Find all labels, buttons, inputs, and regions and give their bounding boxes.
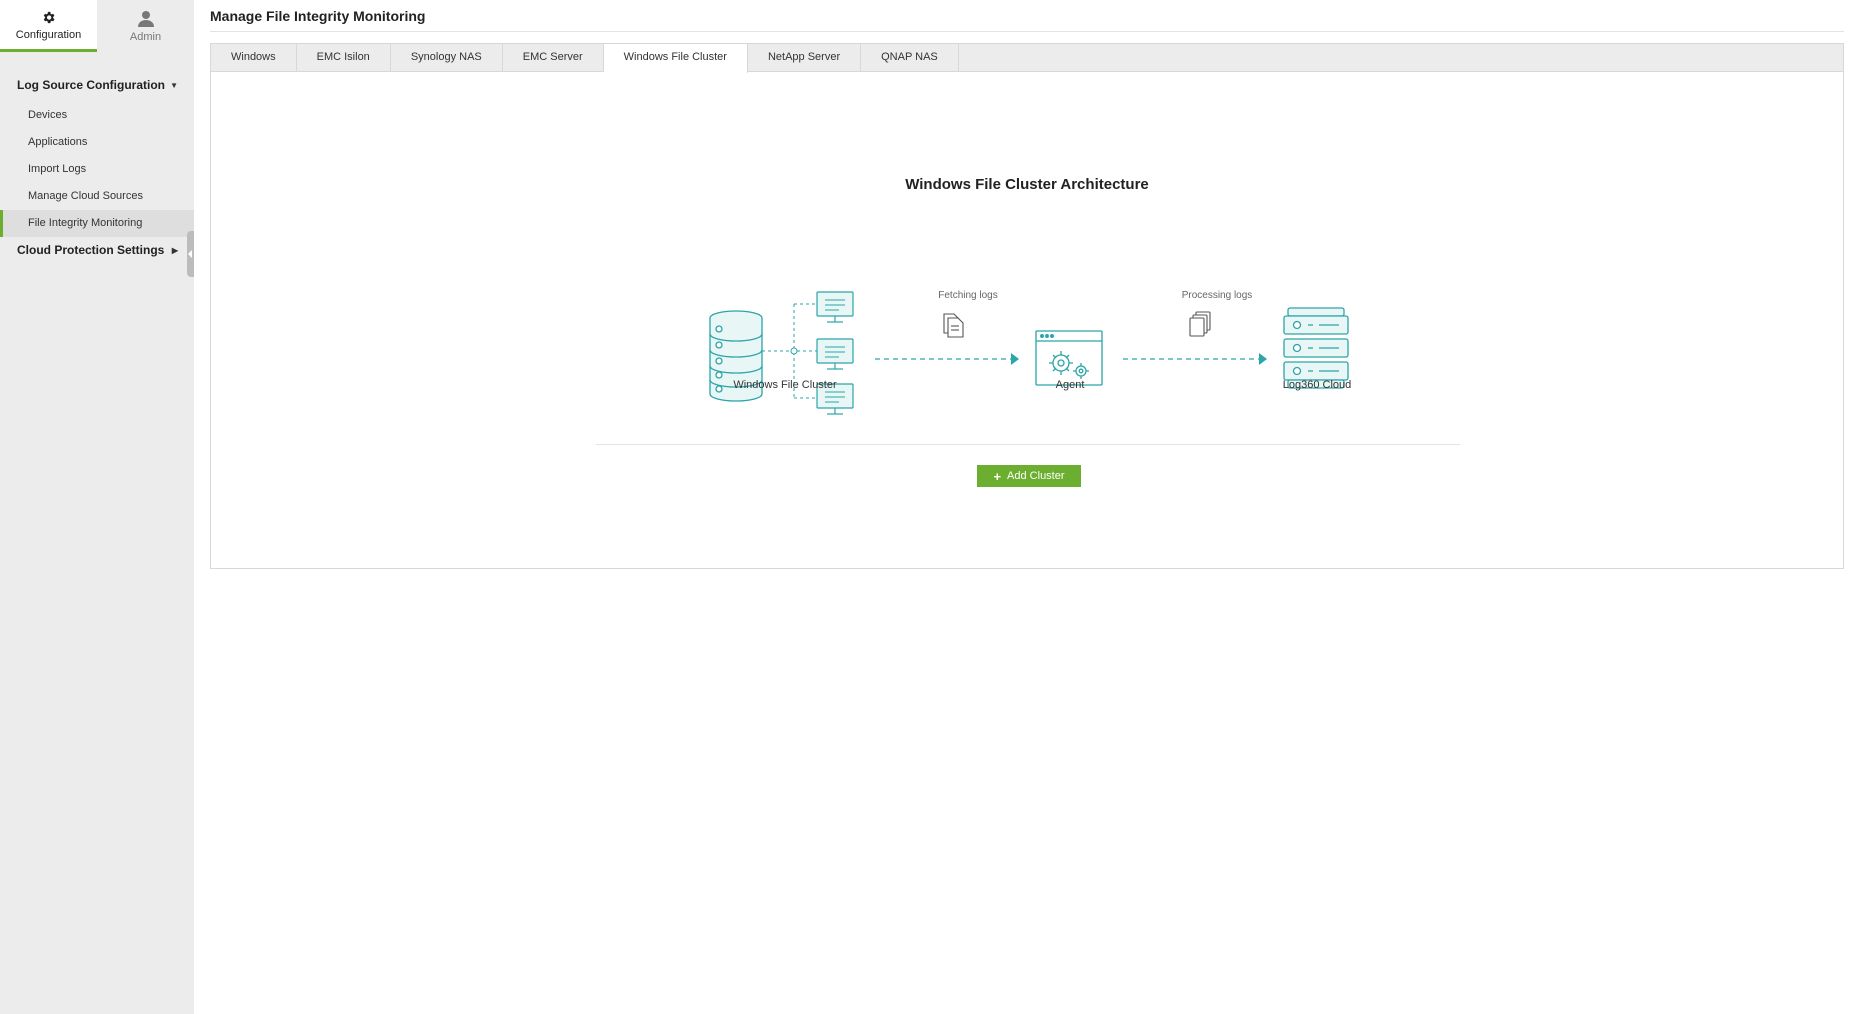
process-label: Processing logs xyxy=(1181,290,1253,301)
architecture-diagram xyxy=(709,291,1349,415)
nav-group-label: Cloud Protection Settings xyxy=(17,243,165,257)
sidebar-top-tabs: Configuration Admin xyxy=(0,0,194,52)
agent-label: Agent xyxy=(1055,379,1085,391)
tab-windows[interactable]: Windows xyxy=(211,44,297,71)
documents-icon xyxy=(1189,311,1211,337)
add-cluster-button[interactable]: + Add Cluster xyxy=(977,465,1081,487)
plus-icon: + xyxy=(993,468,1002,484)
caret-right-icon: ▶ xyxy=(171,245,178,255)
cloud-label: Log360 Cloud xyxy=(1282,379,1352,391)
tab-configuration-label: Configuration xyxy=(15,29,82,41)
tab-netapp-server[interactable]: NetApp Server xyxy=(748,44,862,71)
tab-admin[interactable]: Admin xyxy=(97,0,194,52)
sidebar-nav: Log Source Configuration ▼ Devices Appli… xyxy=(0,52,194,261)
content-panel: Windows EMC Isilon Synology NAS EMC Serv… xyxy=(210,43,1844,569)
architecture-title: Windows File Cluster Architecture xyxy=(905,176,1149,193)
tab-emc-server[interactable]: EMC Server xyxy=(503,44,604,71)
page-title: Manage File Integrity Monitoring xyxy=(210,0,1844,32)
sidebar-item-import-logs[interactable]: Import Logs xyxy=(0,156,194,183)
add-cluster-label: Add Cluster xyxy=(1007,470,1065,482)
sidebar-item-manage-cloud-sources[interactable]: Manage Cloud Sources xyxy=(0,183,194,210)
sidebar-item-applications[interactable]: Applications xyxy=(0,129,194,156)
sidebar-item-devices[interactable]: Devices xyxy=(0,102,194,129)
tab-synology-nas[interactable]: Synology NAS xyxy=(391,44,503,71)
gear-icon xyxy=(41,8,56,26)
sidebar-item-file-integrity-monitoring[interactable]: File Integrity Monitoring xyxy=(0,210,194,237)
tab-emc-isilon[interactable]: EMC Isilon xyxy=(297,44,391,71)
source-tabs: Windows EMC Isilon Synology NAS EMC Serv… xyxy=(211,44,1843,73)
nav-items: Devices Applications Import Logs Manage … xyxy=(0,102,194,237)
nav-group-cloud-protection-settings[interactable]: Cloud Protection Settings ▶ xyxy=(0,239,194,261)
monitor-icon xyxy=(816,338,854,370)
sidebar: Configuration Admin Log Source Configura… xyxy=(0,0,194,1014)
fetch-label: Fetching logs xyxy=(938,290,998,301)
tab-qnap-nas[interactable]: QNAP NAS xyxy=(861,44,959,71)
main-content: Manage File Integrity Monitoring Windows… xyxy=(210,0,1844,569)
document-icon xyxy=(943,313,964,338)
divider xyxy=(596,444,1460,445)
process-arrow xyxy=(1123,353,1267,365)
caret-down-icon: ▼ xyxy=(170,80,178,90)
monitor-icon xyxy=(816,291,854,323)
user-icon xyxy=(137,10,154,28)
tab-configuration[interactable]: Configuration xyxy=(0,0,97,52)
tab-windows-file-cluster[interactable]: Windows File Cluster xyxy=(603,44,748,73)
sidebar-collapse-handle[interactable] xyxy=(187,231,194,277)
agent-icon xyxy=(1035,330,1103,386)
nav-group-log-source-configuration[interactable]: Log Source Configuration ▼ xyxy=(0,74,194,96)
fetch-arrow xyxy=(875,353,1019,365)
server-icon xyxy=(1283,307,1349,389)
nav-group-label: Log Source Configuration xyxy=(17,78,165,92)
cluster-label: Windows File Cluster xyxy=(733,379,837,391)
tab-admin-label: Admin xyxy=(129,30,162,43)
